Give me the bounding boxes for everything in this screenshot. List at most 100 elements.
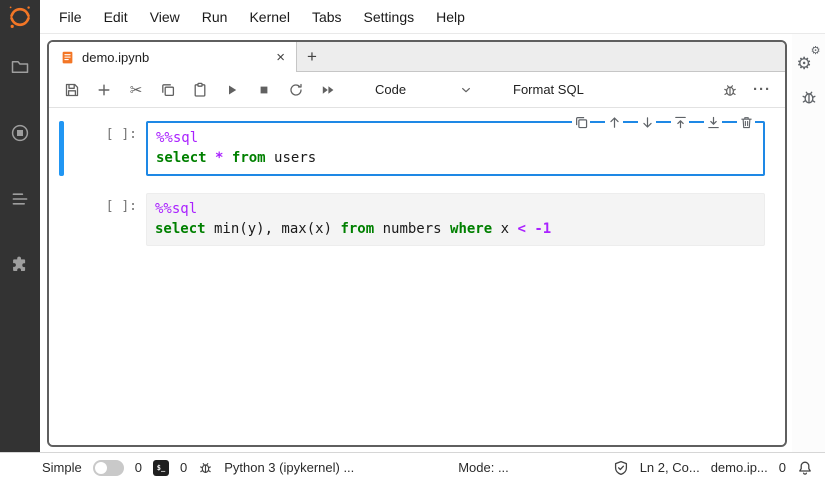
stop-icon: [256, 82, 272, 98]
jupyter-logo[interactable]: [0, 0, 40, 34]
menubar: File Edit View Run Kernel Tabs Settings …: [0, 0, 825, 34]
shield-check-icon: [613, 460, 629, 476]
insert-cell-above-button[interactable]: [671, 113, 689, 131]
delete-cell-button[interactable]: [737, 113, 755, 131]
trust-indicator[interactable]: [613, 460, 629, 476]
notifications-count: 0: [779, 460, 786, 475]
mode-indicator: Mode: ...: [458, 460, 509, 475]
notebook-toolbar: ✂: [49, 72, 785, 108]
debugger-button[interactable]: [717, 77, 743, 103]
tab-close-icon[interactable]: ×: [274, 49, 287, 66]
terminals-count: 0: [135, 460, 142, 475]
cell-2-editor[interactable]: %%sqlselect min(y), max(x) from numbers …: [146, 193, 765, 246]
folder-icon: [10, 57, 30, 77]
code-cell-2[interactable]: [ ]: %%sqlselect min(y), max(x) from num…: [59, 193, 765, 246]
kernel-sessions-button[interactable]: [198, 460, 213, 475]
gear-small-icon: ⚙: [811, 46, 821, 57]
debugger-sidebar-button[interactable]: [800, 88, 818, 106]
move-cell-down-button[interactable]: [638, 113, 656, 131]
move-cell-up-button[interactable]: [605, 113, 623, 131]
duplicate-cell-button[interactable]: [572, 113, 590, 131]
clipboard-icon: [192, 82, 208, 98]
scissors-icon: ✂: [130, 81, 143, 99]
menu-help[interactable]: Help: [425, 0, 476, 34]
tab-bar: demo.ipynb × +: [49, 42, 785, 72]
notebook-icon: [60, 50, 75, 65]
file-browser-button[interactable]: [9, 56, 31, 78]
plus-icon: [96, 82, 112, 98]
notebook-cells: [ ]: %%sqlselect * from users: [49, 108, 785, 445]
copy-icon: [160, 82, 176, 98]
bug-icon: [800, 88, 818, 106]
left-sidebar: [0, 34, 40, 452]
restart-icon: [288, 82, 304, 98]
save-button[interactable]: [59, 77, 85, 103]
trash-icon: [739, 115, 754, 130]
more-commands-button[interactable]: ···: [749, 77, 775, 103]
jupyter-logo-icon: [7, 4, 33, 30]
restart-kernel-button[interactable]: [283, 77, 309, 103]
stop-circle-icon: [10, 123, 30, 143]
cell-2-code: %%sqlselect min(y), max(x) from numbers …: [155, 199, 756, 239]
simple-mode-label: Simple: [42, 460, 82, 475]
arrow-up-icon: [607, 115, 622, 130]
run-icon: [224, 82, 240, 98]
workspace: demo.ipynb × +: [0, 34, 825, 452]
bell-icon: [797, 460, 813, 476]
tab-demo-ipynb[interactable]: demo.ipynb ×: [49, 42, 297, 72]
duplicate-icon: [574, 115, 589, 130]
menu-run[interactable]: Run: [191, 0, 239, 34]
insert-above-icon: [673, 115, 688, 130]
menu-kernel[interactable]: Kernel: [238, 0, 300, 34]
cell-2-collapser[interactable]: [59, 193, 64, 246]
consoles-count: 0: [180, 460, 187, 475]
menu-view[interactable]: View: [139, 0, 191, 34]
paste-cells-button[interactable]: [187, 77, 213, 103]
dock-panel: demo.ipynb × +: [40, 34, 792, 452]
cursor-position[interactable]: Ln 2, Co...: [640, 460, 700, 475]
cell-2-prompt: [ ]:: [68, 193, 146, 246]
arrow-down-icon: [640, 115, 655, 130]
tab-title: demo.ipynb: [82, 50, 267, 65]
cut-cells-button[interactable]: ✂: [123, 77, 149, 103]
insert-cell-below-button[interactable]: [704, 113, 722, 131]
menu-settings[interactable]: Settings: [353, 0, 426, 34]
fast-forward-icon: [320, 82, 336, 98]
simple-mode-toggle[interactable]: [93, 460, 124, 476]
menu-items: File Edit View Run Kernel Tabs Settings …: [40, 0, 476, 34]
status-bar: Simple 0 $_ 0 Python 3 (ipykernel) ... M…: [0, 452, 825, 482]
list-icon: [10, 189, 30, 209]
copy-cells-button[interactable]: [155, 77, 181, 103]
bug-icon: [722, 82, 738, 98]
bug-icon: [198, 460, 213, 475]
right-sidebar: ⚙ ⚙: [792, 34, 825, 452]
running-sessions-button[interactable]: [9, 122, 31, 144]
interrupt-kernel-button[interactable]: [251, 77, 277, 103]
cell-1-code: %%sqlselect * from users: [156, 128, 755, 168]
kernel-status[interactable]: Python 3 (ipykernel) ...: [224, 460, 354, 475]
gear-icon: ⚙: [797, 55, 812, 72]
menu-tabs[interactable]: Tabs: [301, 0, 353, 34]
run-cell-button[interactable]: [219, 77, 245, 103]
run-all-button[interactable]: [315, 77, 341, 103]
new-tab-button[interactable]: +: [297, 42, 327, 72]
table-of-contents-button[interactable]: [9, 188, 31, 210]
toggle-knob: [95, 462, 107, 474]
puzzle-icon: [10, 255, 30, 275]
chevron-down-icon: [459, 83, 473, 97]
property-inspector-button[interactable]: ⚙ ⚙: [797, 48, 821, 72]
cell-type-dropdown[interactable]: Code: [371, 79, 477, 100]
format-sql-button[interactable]: Format SQL: [507, 79, 590, 100]
insert-cell-button[interactable]: [91, 77, 117, 103]
code-cell-1[interactable]: [ ]: %%sqlselect * from users: [59, 121, 765, 176]
cell-1-editor[interactable]: %%sqlselect * from users: [146, 121, 765, 176]
notifications-button[interactable]: [797, 460, 813, 476]
menu-file[interactable]: File: [48, 0, 93, 34]
extensions-button[interactable]: [9, 254, 31, 276]
terminal-icon[interactable]: $_: [153, 460, 169, 476]
menu-edit[interactable]: Edit: [93, 0, 139, 34]
insert-below-icon: [706, 115, 721, 130]
cell-1-prompt: [ ]:: [68, 121, 146, 176]
active-cell-collapser[interactable]: [59, 121, 64, 176]
save-icon: [64, 82, 80, 98]
